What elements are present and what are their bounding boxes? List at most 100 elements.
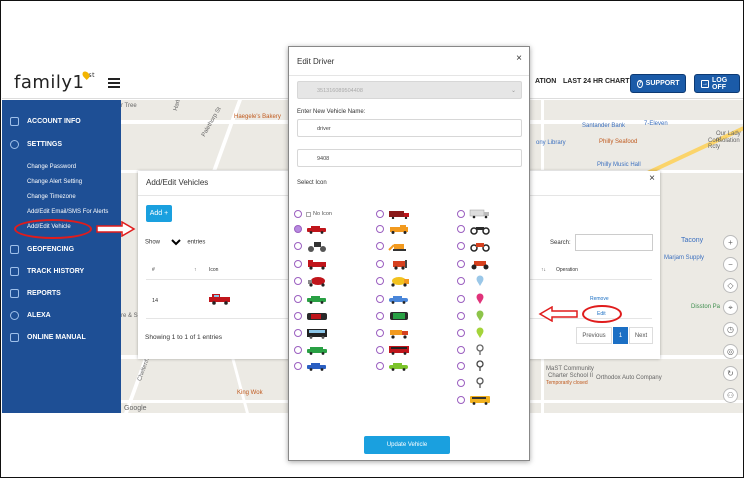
icon-radio[interactable] [294,312,302,320]
icon-radio[interactable] [294,346,302,354]
icon-option-steamroller[interactable] [294,240,328,252]
icon-radio[interactable] [376,225,384,233]
history-icon[interactable]: ◷ [723,322,738,337]
icon-option-tow-truck[interactable] [376,223,410,235]
support-button[interactable]: ? SUPPORT [630,74,686,93]
icon-radio-selected[interactable] [294,225,302,233]
pagination-next[interactable]: Next [629,327,653,344]
icon-option-white-truck[interactable] [457,208,491,220]
column-header-icon[interactable]: Icon [209,267,218,273]
icon-radio[interactable] [376,346,384,354]
sidebar-item-settings[interactable]: SETTINGS [2,134,121,154]
refresh-icon[interactable]: ↻ [723,366,738,381]
icon-option-blue-car[interactable] [294,360,328,372]
sidebar-item-online-manual[interactable]: ONLINE MANUAL [2,327,121,347]
nav-location[interactable]: ATION [535,78,556,85]
sort-icon[interactable]: ↑↓ [541,267,546,273]
traffic-icon[interactable]: ⚇ [723,388,738,403]
icon-option-mixer[interactable] [294,275,328,287]
icon-radio[interactable] [457,346,465,354]
icon-radio[interactable] [294,260,302,268]
marker-icon[interactable]: ⌖ [723,300,738,315]
sidebar-item-track-history[interactable]: TRACK HISTORY [2,261,121,281]
layers-icon[interactable]: ◇ [723,278,738,293]
icon-option-map-pin-dark[interactable] [457,360,491,372]
vehicle-number-input[interactable]: 9408 [297,149,522,167]
icon-option-forklift[interactable] [376,258,410,270]
icon-option-map-pin-small[interactable] [457,377,491,389]
icon-option-lime-car[interactable] [376,360,410,372]
icon-option-red-semi[interactable] [376,208,410,220]
icon-radio[interactable] [457,312,465,320]
icon-option-dump-truck[interactable] [376,327,410,339]
close-icon[interactable]: × [649,173,655,184]
sub-item-change-password[interactable]: Change Password [27,164,76,170]
icon-radio[interactable] [376,362,384,370]
sub-item-add-edit-email-sms[interactable]: Add/Edit Email/SMS For Alerts [27,209,108,215]
sidebar-item-reports[interactable]: REPORTS [2,283,121,303]
icon-option-none[interactable]: No Icon [294,208,332,220]
icon-radio[interactable] [457,210,465,218]
icon-radio[interactable] [294,277,302,285]
icon-option-map-pin-light[interactable] [457,275,491,287]
icon-radio[interactable] [457,379,465,387]
update-vehicle-button[interactable]: Update Vehicle [364,436,450,454]
icon-option-green-car[interactable] [294,293,328,305]
sidebar-item-alexa[interactable]: ALEXA [2,305,121,325]
icon-option-red-motorcycle[interactable] [457,240,491,252]
zoom-out-button[interactable]: − [723,257,738,272]
close-icon[interactable]: × [516,53,522,64]
icon-option-red-car[interactable] [294,223,328,235]
icon-option-red-truck[interactable] [294,258,328,270]
icon-option-school-bus[interactable] [457,394,491,406]
sub-item-change-alert-setting[interactable]: Change Alert Setting [27,179,82,185]
icon-radio[interactable] [376,210,384,218]
remove-link[interactable]: Remove [590,296,609,302]
icon-radio[interactable] [376,277,384,285]
icon-radio[interactable] [457,396,465,404]
icon-radio[interactable] [457,242,465,250]
zoom-in-button[interactable]: + [723,235,738,250]
icon-radio[interactable] [457,260,465,268]
add-vehicle-button[interactable]: Add + [146,205,172,222]
icon-radio[interactable] [294,329,302,337]
icon-option-map-pin-gray[interactable] [457,344,491,356]
icon-option-red-sedan[interactable] [294,310,328,322]
icon-radio[interactable] [457,295,465,303]
icon-option-map-pin-pink[interactable] [457,293,491,305]
sort-icon[interactable]: ↑ [194,267,197,273]
locate-icon[interactable]: ◎ [723,344,738,359]
icon-option-motorcycle[interactable] [457,223,491,235]
icon-option-bus[interactable] [294,327,328,339]
vehicle-name-input[interactable]: driver [297,119,522,137]
icon-radio[interactable] [376,312,384,320]
icon-option-map-pin-green[interactable] [457,310,491,322]
pagination-previous[interactable]: Previous [576,327,612,344]
icon-radio[interactable] [294,210,302,218]
icon-radio[interactable] [457,277,465,285]
icon-option-map-pin-lime[interactable] [457,327,491,339]
icon-radio[interactable] [294,362,302,370]
nav-last-24hr-chart[interactable]: LAST 24 HR CHART [563,78,630,85]
sidebar-item-account-info[interactable]: ACCOUNT INFO [2,111,121,131]
icon-option-cement-truck[interactable] [376,275,410,287]
icon-radio[interactable] [376,329,384,337]
hamburger-menu-icon[interactable] [108,78,120,90]
icon-option-excavator[interactable] [376,240,410,252]
column-header-operation[interactable]: Operation [556,267,578,273]
icon-radio[interactable] [457,362,465,370]
icon-option-green-limo[interactable] [294,344,328,356]
sidebar-item-geofencing[interactable]: GEOFENCING [2,239,121,259]
icon-option-atv[interactable] [457,258,491,270]
logoff-button[interactable]: → LOG OFF [694,74,740,93]
entries-select[interactable]: 10 [163,237,184,248]
icon-option-blue-sedan[interactable] [376,293,410,305]
icon-radio[interactable] [457,225,465,233]
icon-radio[interactable] [457,329,465,337]
column-header-number[interactable]: # [152,267,155,273]
pagination-page-1[interactable]: 1 [613,327,628,344]
icon-radio[interactable] [376,295,384,303]
icon-radio[interactable] [376,260,384,268]
icon-option-red-bus[interactable] [376,344,410,356]
icon-option-green-suv[interactable] [376,310,410,322]
